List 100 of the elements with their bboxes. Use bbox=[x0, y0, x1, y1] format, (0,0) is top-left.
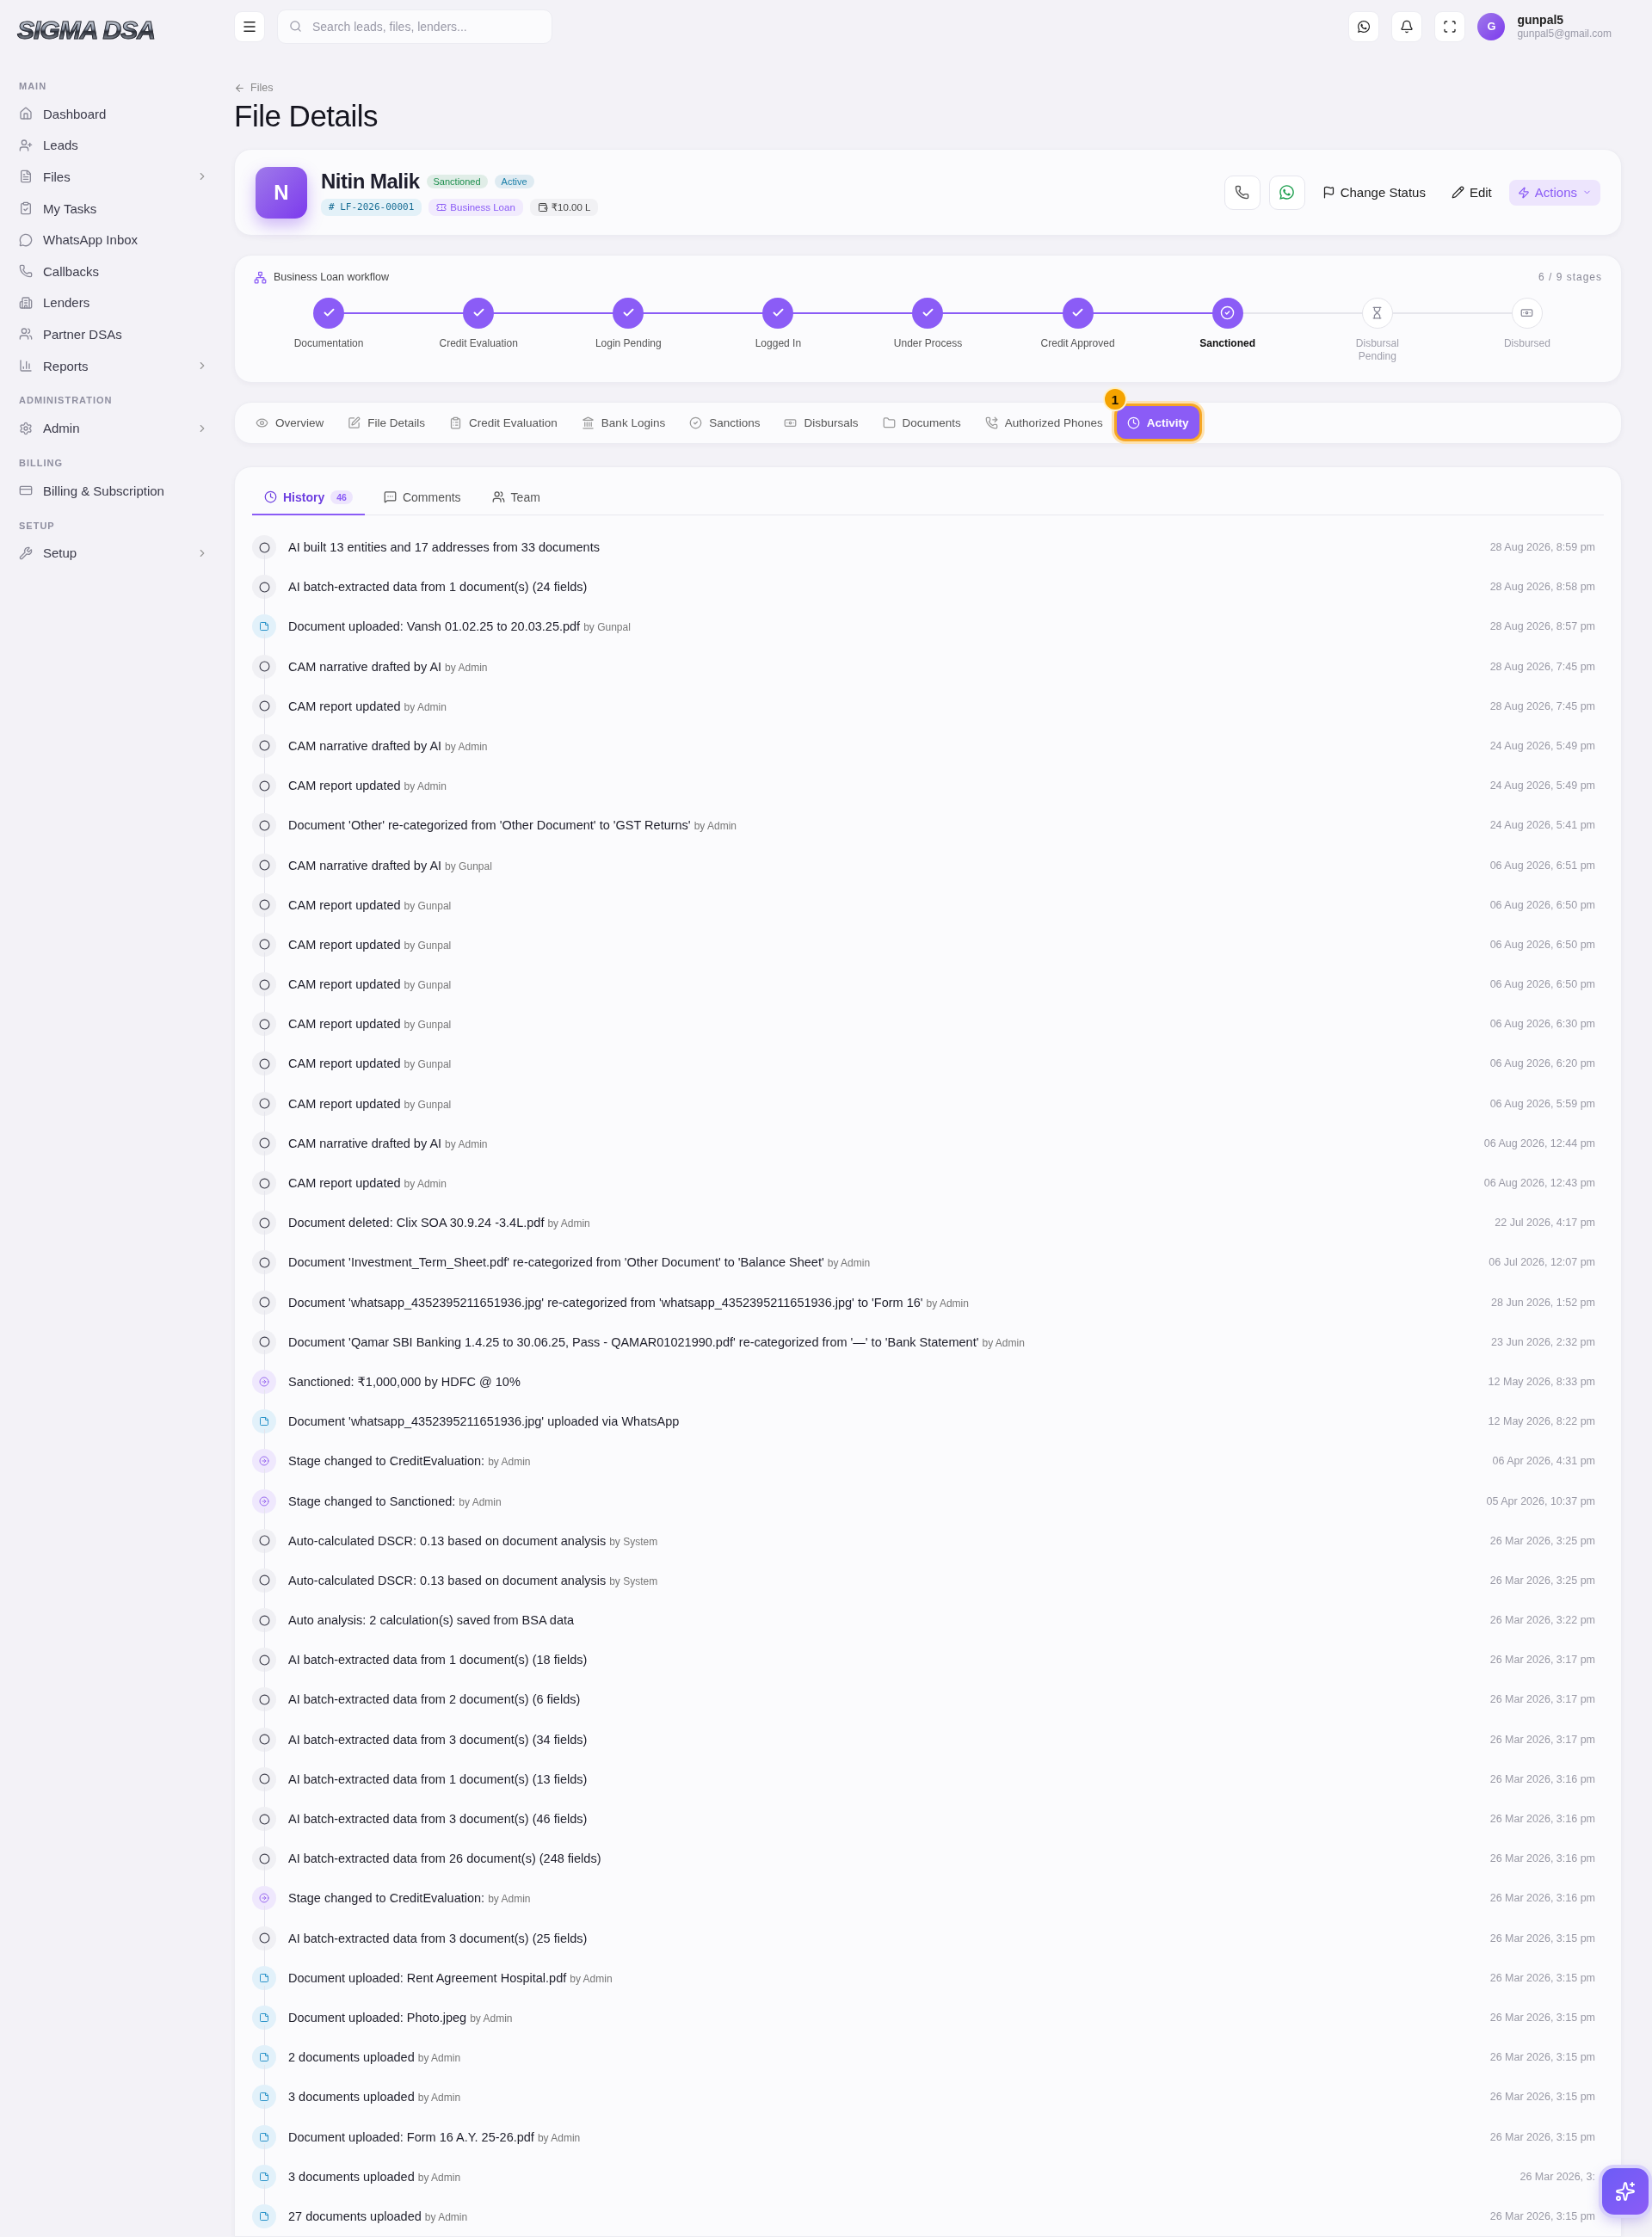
sidebar-item[interactable]: WhatsApp Inbox bbox=[17, 224, 208, 256]
client-avatar: N bbox=[256, 166, 307, 219]
stage-label: Documentation bbox=[293, 336, 364, 350]
entry-time: 28 Jun 2026, 1:52 pm bbox=[1491, 1296, 1596, 1309]
tab[interactable]: Disbursals bbox=[774, 406, 869, 440]
chat-button[interactable] bbox=[1348, 10, 1380, 42]
status-badge: Sanctioned bbox=[426, 174, 488, 188]
menu-button[interactable] bbox=[234, 10, 265, 42]
circle-icon bbox=[252, 1329, 276, 1354]
stage-label: Credit Evaluation bbox=[439, 336, 518, 350]
circle-icon bbox=[252, 813, 276, 838]
sidebar-item[interactable]: Setup bbox=[17, 537, 208, 570]
entry-text: AI batch-extracted data from 3 document(s) (25 fields) bbox=[288, 1931, 589, 1945]
search-icon bbox=[289, 19, 302, 33]
change-status-button[interactable]: Change Status bbox=[1313, 179, 1434, 206]
sidebar-item[interactable]: Billing & Subscription bbox=[17, 474, 208, 507]
step-badge: 1 bbox=[1102, 387, 1127, 412]
entry-time: 06 Aug 2026, 6:51 pm bbox=[1489, 859, 1596, 872]
amount-tag: ₹10.00 L bbox=[529, 198, 599, 216]
entry-time: 26 Mar 2026, 3:25 pm bbox=[1489, 1574, 1596, 1587]
entry-text: CAM report updated by Gunpal bbox=[288, 937, 453, 952]
entry-time: 26 Mar 2026, 3:15 pm bbox=[1489, 1971, 1596, 1984]
whatsapp-button[interactable] bbox=[1268, 175, 1305, 210]
stage-label: Disbursal Pending bbox=[1354, 336, 1400, 363]
tab[interactable]: File Details bbox=[337, 406, 436, 440]
note-icon bbox=[252, 2085, 276, 2110]
entry-text: CAM report updated by Gunpal bbox=[288, 1057, 453, 1071]
tab[interactable]: Overview bbox=[245, 406, 335, 440]
sidebar-item[interactable]: Leads bbox=[17, 129, 208, 162]
section-title: MAIN bbox=[19, 81, 48, 91]
entry-time: 26 Mar 2026, 3:17 pm bbox=[1489, 1693, 1596, 1706]
entry-time: 06 Aug 2026, 12:44 pm bbox=[1483, 1137, 1596, 1149]
circle-icon bbox=[252, 733, 276, 758]
entry-time: 22 Jul 2026, 4:17 pm bbox=[1495, 1217, 1596, 1229]
user-avatar[interactable]: G bbox=[1477, 12, 1506, 40]
entry-text: AI batch-extracted data from 2 document(s) (6 fields) bbox=[288, 1692, 582, 1707]
entry-text: AI batch-extracted data from 1 document(s) (18 fields) bbox=[288, 1653, 589, 1667]
client-name: Nitin Malik bbox=[321, 169, 420, 194]
sidebar-item[interactable]: My Tasks bbox=[17, 192, 208, 225]
circle-icon bbox=[252, 1091, 276, 1116]
entry-time: 26 Mar 2026, 3:15 pm bbox=[1489, 1932, 1596, 1944]
entry-time: 28 Aug 2026, 8:57 pm bbox=[1489, 620, 1596, 633]
tab[interactable]: Documents bbox=[872, 406, 971, 440]
entry-time: 06 Aug 2026, 6:50 pm bbox=[1489, 898, 1596, 911]
entry-time: 06 Aug 2026, 12:43 pm bbox=[1483, 1177, 1596, 1190]
sidebar-item[interactable]: Admin bbox=[17, 412, 208, 444]
entry-time: 28 Aug 2026, 8:59 pm bbox=[1489, 541, 1596, 554]
entry-time: 28 Aug 2026, 8:58 pm bbox=[1489, 581, 1596, 594]
stage-label: Sanctioned bbox=[1199, 336, 1256, 350]
entry-text: CAM report updated by Admin bbox=[288, 1176, 447, 1191]
note-icon bbox=[252, 1409, 276, 1434]
clock-icon bbox=[1126, 416, 1140, 429]
call-button[interactable] bbox=[1224, 175, 1261, 210]
clipboard-check-icon bbox=[19, 201, 33, 216]
stage-label: Disbursed bbox=[1503, 336, 1550, 350]
sidebar-item[interactable]: Callbacks bbox=[17, 255, 208, 287]
entry-time: 05 Apr 2026, 10:37 pm bbox=[1486, 1494, 1596, 1507]
entry-time: 26 Mar 2026, 3:25 pm bbox=[1489, 1534, 1596, 1547]
entry-text: 3 documents uploaded by Admin bbox=[288, 2169, 462, 2184]
lightning-icon bbox=[1517, 186, 1530, 199]
circle-icon bbox=[252, 1290, 276, 1315]
entry-time: 06 Apr 2026, 4:31 pm bbox=[1492, 1455, 1596, 1468]
circle-icon bbox=[252, 1051, 276, 1076]
user-plus-icon bbox=[19, 138, 33, 152]
entry-time: 24 Aug 2026, 5:49 pm bbox=[1489, 780, 1596, 792]
entry-text: CAM narrative drafted by AI by Admin bbox=[288, 738, 489, 753]
flag-icon bbox=[1322, 186, 1335, 200]
sidebar-item[interactable]: Lenders bbox=[17, 287, 208, 319]
entry-text: Document uploaded: Photo.jpeg by Admin bbox=[288, 2010, 514, 2024]
tab[interactable]: Credit Evaluation bbox=[439, 406, 568, 440]
sidebar-item[interactable]: Reports bbox=[17, 349, 208, 382]
notification-button[interactable] bbox=[1391, 10, 1423, 42]
entry-text: 2 documents uploaded by Admin bbox=[288, 2050, 462, 2065]
tab[interactable]: Team bbox=[479, 480, 552, 515]
sidebar-item[interactable]: Files bbox=[17, 161, 208, 193]
note-icon bbox=[252, 1965, 276, 1990]
fullscreen-button[interactable] bbox=[1434, 10, 1466, 42]
sidebar-item[interactable]: Dashboard bbox=[17, 98, 208, 130]
entry-text: CAM report updated by Gunpal bbox=[288, 977, 453, 992]
entry-time: 24 Aug 2026, 5:41 pm bbox=[1489, 819, 1596, 832]
tab[interactable]: Bank Logins bbox=[570, 406, 676, 440]
users-icon bbox=[19, 327, 33, 342]
circle-icon bbox=[252, 1211, 276, 1236]
entry-text: CAM report updated by Admin bbox=[288, 699, 447, 713]
workflow-title: Business Loan workflow bbox=[274, 271, 391, 284]
tab[interactable]: Sanctions bbox=[679, 406, 771, 440]
circle-icon bbox=[252, 1171, 276, 1196]
users-icon bbox=[491, 490, 505, 504]
actions-dropdown[interactable]: Actions bbox=[1508, 179, 1600, 206]
circle-icon bbox=[252, 654, 276, 679]
entry-text: Auto-calculated DSCR: 0.13 based on document analysis by System bbox=[288, 1573, 659, 1587]
entry-time: 06 Aug 2026, 6:50 pm bbox=[1489, 938, 1596, 951]
tab[interactable]: Comments bbox=[371, 480, 473, 515]
edit-button[interactable]: Edit bbox=[1442, 179, 1501, 206]
tab[interactable]: History 46 bbox=[252, 480, 365, 515]
entry-time: 24 Aug 2026, 5:49 pm bbox=[1489, 739, 1596, 752]
entry-text: Document 'Qamar SBI Banking 1.4.25 to 30.06.25, Pass - QAMAR01021990.pdf' re-categorized from '—' to 'Bank Statement' by Admin bbox=[288, 1334, 1026, 1349]
sidebar-item[interactable]: Partner DSAs bbox=[17, 318, 208, 350]
entry-text: CAM narrative drafted by AI by Gunpal bbox=[288, 858, 493, 872]
search-field[interactable]: Search leads, files, lenders... bbox=[277, 9, 552, 44]
